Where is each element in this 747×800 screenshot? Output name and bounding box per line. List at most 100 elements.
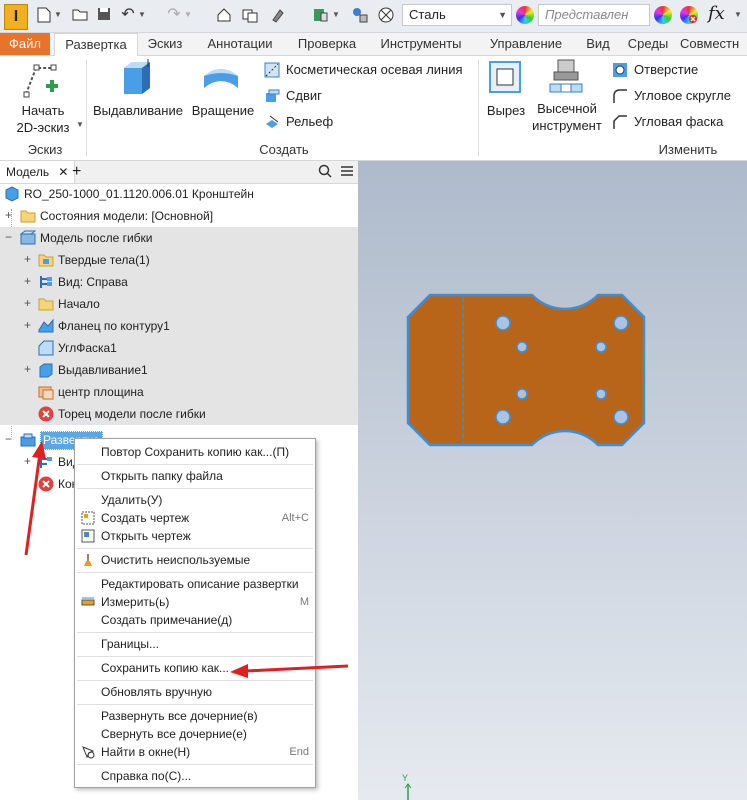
appearance-icon[interactable] bbox=[378, 7, 394, 23]
cut-icon[interactable] bbox=[488, 60, 524, 96]
extrude-button[interactable]: Выдавливание bbox=[90, 102, 186, 119]
shift-icon[interactable] bbox=[264, 88, 280, 104]
tab-flat-pattern[interactable]: Развертка bbox=[54, 33, 138, 56]
tree-item-center-plane[interactable]: центр площина bbox=[0, 381, 358, 403]
tab-sketch[interactable]: Эскиз bbox=[140, 33, 190, 55]
menu-item-find-in-window[interactable]: Найти в окне(Н) End bbox=[75, 743, 315, 762]
tab-annotate[interactable]: Аннотации bbox=[196, 33, 284, 55]
undo-icon[interactable]: ↶ bbox=[120, 7, 136, 23]
select-icon[interactable] bbox=[312, 7, 328, 23]
collapse-icon[interactable]: − bbox=[3, 433, 14, 445]
start-2d-sketch-icon[interactable] bbox=[22, 60, 60, 98]
expand-icon[interactable]: + bbox=[22, 253, 33, 265]
punch-tool-icon[interactable] bbox=[548, 58, 584, 98]
menu-separator bbox=[77, 764, 313, 765]
hole-button[interactable]: Отверстие bbox=[634, 61, 698, 78]
menu-item-repeat-save-copy[interactable]: Повтор Сохранить копию как...(П) bbox=[75, 443, 315, 462]
cut-button[interactable]: Вырез bbox=[482, 102, 530, 119]
chevron-down-icon[interactable]: ▼ bbox=[332, 10, 340, 20]
expand-icon[interactable]: + bbox=[22, 297, 33, 309]
menu-item-expand-all[interactable]: Развернуть все дочерние(в) bbox=[75, 707, 315, 726]
extrude-icon[interactable] bbox=[118, 58, 154, 98]
expand-icon[interactable]: + bbox=[22, 275, 33, 287]
punch-tool-button[interactable]: Высечной инструмент bbox=[530, 100, 604, 134]
menu-item-help[interactable]: Справка по(С)... bbox=[75, 767, 315, 786]
menu-item-open-drawing[interactable]: Открыть чертеж bbox=[75, 527, 315, 546]
menu-icon[interactable] bbox=[340, 165, 354, 180]
projects-icon[interactable] bbox=[242, 7, 258, 23]
tree-item-contour-flange[interactable]: + Фланец по контуру1 bbox=[0, 315, 358, 337]
flat-pattern-part[interactable] bbox=[406, 291, 646, 471]
redo-icon[interactable]: ↷ bbox=[166, 7, 182, 23]
appearance-dropdown[interactable]: Представлен bbox=[538, 4, 650, 26]
clear-appearance-icon[interactable] bbox=[680, 6, 698, 24]
tree-item-end-of-folded[interactable]: Торец модели после гибки bbox=[0, 403, 358, 425]
collapse-icon[interactable]: − bbox=[3, 231, 14, 243]
save-icon[interactable] bbox=[96, 7, 112, 23]
tab-model[interactable]: Модель ✕ bbox=[0, 161, 76, 183]
emboss-icon[interactable] bbox=[264, 114, 280, 130]
tab-inspect[interactable]: Проверка bbox=[288, 33, 366, 55]
tree-item-model-states[interactable]: + Состояния модели: [Основной] bbox=[0, 205, 358, 227]
revolve-button[interactable]: Вращение bbox=[190, 102, 256, 119]
menu-item-create-drawing[interactable]: Создать чертеж Alt+C bbox=[75, 509, 315, 528]
close-icon[interactable]: ✕ bbox=[58, 165, 68, 179]
part-icon bbox=[5, 186, 19, 202]
chevron-down-icon[interactable]: ▼ bbox=[76, 120, 84, 129]
menu-item-measure[interactable]: Измерить(ь) M bbox=[75, 593, 315, 612]
app-logo[interactable]: I bbox=[4, 4, 28, 30]
chevron-down-icon[interactable]: ▼ bbox=[138, 10, 146, 20]
menu-item-delete[interactable]: Удалить(У) bbox=[75, 491, 315, 510]
menu-item-defer-update[interactable]: Обновлять вручную bbox=[75, 683, 315, 702]
menu-item-purge-unused[interactable]: Очистить неиспользуемые bbox=[75, 551, 315, 570]
chevron-down-icon[interactable]: ▼ bbox=[54, 10, 62, 20]
tree-item-extrusion[interactable]: + Выдавливание1 bbox=[0, 359, 358, 381]
chevron-down-icon[interactable]: ▼ bbox=[184, 10, 192, 20]
corner-round-icon[interactable] bbox=[612, 88, 628, 104]
menu-item-open-folder[interactable]: Открыть папку файла bbox=[75, 467, 315, 486]
color-wheel-icon[interactable] bbox=[516, 6, 534, 24]
open-icon[interactable] bbox=[72, 7, 88, 23]
home-icon[interactable] bbox=[216, 7, 232, 23]
tree-item-solid-bodies[interactable]: + Твердые тела(1) bbox=[0, 249, 358, 271]
expand-icon[interactable]: + bbox=[22, 319, 33, 331]
tab-manage[interactable]: Управление bbox=[476, 33, 576, 55]
update-icon[interactable] bbox=[270, 7, 286, 23]
emboss-button[interactable]: Рельеф bbox=[286, 113, 333, 130]
hole-icon[interactable] bbox=[612, 62, 628, 78]
menu-item-edit-flat-pattern-definition[interactable]: Редактировать описание развертки bbox=[75, 575, 315, 594]
menu-item-create-note[interactable]: Создать примечание(д) bbox=[75, 611, 315, 630]
tab-tools[interactable]: Инструменты bbox=[372, 33, 470, 55]
menu-item-collapse-all[interactable]: Свернуть все дочерние(е) bbox=[75, 725, 315, 744]
fx-icon[interactable]: fx bbox=[708, 3, 725, 24]
appearance-palette-icon[interactable] bbox=[654, 6, 672, 24]
chevron-down-icon[interactable]: ▼ bbox=[734, 10, 742, 20]
menu-separator bbox=[77, 488, 313, 489]
cosmetic-centerline-button[interactable]: Косметическая осевая линия bbox=[286, 61, 463, 78]
start-2d-sketch-button[interactable]: Начать 2D-эскиз bbox=[8, 102, 78, 136]
tab-collaborate[interactable]: Совместн bbox=[680, 33, 747, 55]
menu-item-extents[interactable]: Границы... bbox=[75, 635, 315, 654]
material-dropdown[interactable]: Сталь ▼ bbox=[402, 4, 512, 26]
revolve-icon[interactable] bbox=[202, 62, 240, 98]
tree-item-origin[interactable]: + Начало bbox=[0, 293, 358, 315]
tab-file[interactable]: Файл bbox=[0, 33, 50, 55]
add-tab-icon[interactable]: + bbox=[72, 161, 81, 183]
expand-icon[interactable]: + bbox=[22, 363, 33, 375]
corner-round-button[interactable]: Угловое скругле bbox=[634, 87, 731, 104]
graphics-viewport[interactable]: Y bbox=[358, 161, 747, 800]
tree-item-chamfer[interactable]: УглФаска1 bbox=[0, 337, 358, 359]
tree-item-folded-model[interactable]: − Модель после гибки bbox=[0, 227, 358, 249]
expand-icon[interactable]: + bbox=[3, 209, 14, 221]
new-icon[interactable] bbox=[36, 7, 52, 23]
search-icon[interactable] bbox=[318, 164, 332, 181]
tree-item-view[interactable]: + Вид: Справа bbox=[0, 271, 358, 293]
cosmetic-centerline-icon[interactable] bbox=[264, 62, 280, 78]
corner-chamfer-button[interactable]: Угловая фаска bbox=[634, 113, 723, 130]
material-icon[interactable] bbox=[352, 7, 368, 23]
tab-environments[interactable]: Среды bbox=[620, 33, 676, 55]
corner-chamfer-icon[interactable] bbox=[612, 114, 628, 130]
tab-view[interactable]: Вид bbox=[580, 33, 616, 55]
tree-item-root[interactable]: RO_250-1000_01.1120.006.01 Кронштейн bbox=[0, 183, 358, 205]
shift-button[interactable]: Сдвиг bbox=[286, 87, 322, 104]
